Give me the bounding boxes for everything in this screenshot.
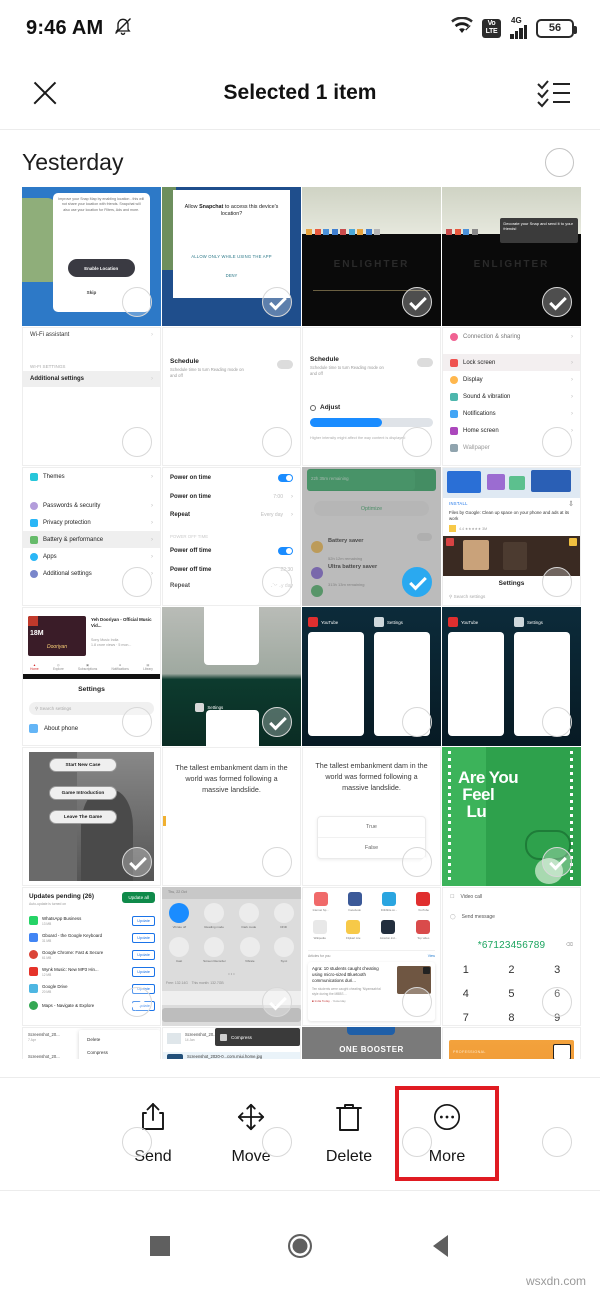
thumbnail-item[interactable]: YouTube Settings xyxy=(302,607,441,746)
move-arrows-icon xyxy=(236,1101,266,1138)
grid-bottom-fade xyxy=(0,1059,600,1077)
group-title: Yesterday xyxy=(22,149,124,175)
thumbnail-item[interactable]: Schedule Schedule time to turn Reading m… xyxy=(302,327,441,466)
thumbnail-item[interactable]: Settings xyxy=(162,607,301,746)
back-triangle-icon xyxy=(432,1234,448,1257)
thumbnail-item[interactable]: Improve your Snap Map by enabling locati… xyxy=(22,187,161,326)
thumbnail-item[interactable]: Are You Feel Lu xyxy=(442,747,581,886)
thumbnail-item-selected[interactable]: 22h 35m remaining Optimize Battery saver… xyxy=(302,467,441,606)
thumbnail-item[interactable]: Thu, 22 Oct Vibrate off Reading mode Dar… xyxy=(162,887,301,1026)
gallery-selection-screen: 9:46 AM Vo LTE 4G 56 Selected 1 item Yes… xyxy=(0,0,600,1300)
recents-button[interactable] xyxy=(90,1235,230,1256)
thumbnail-item[interactable]: Internet Sp... Facebook Dribbble.co... Y… xyxy=(302,887,441,1026)
home-button[interactable] xyxy=(230,1233,370,1258)
signal-strength-icon: 4G xyxy=(510,16,527,39)
thumbnail-item[interactable]: Start New Case Game Introduction Leave T… xyxy=(22,747,161,886)
status-bar-right: Vo LTE 4G 56 xyxy=(451,16,577,39)
trash-icon xyxy=(335,1101,363,1138)
thumbnail-item[interactable]: 18M Dooriyan Yeh Dooriyan - Official Mus… xyxy=(22,607,161,746)
status-bar-clock: 9:46 AM xyxy=(26,16,104,39)
thumbnail-item[interactable]: Allow Snapchat to access this device's l… xyxy=(162,187,301,326)
thumbnail-item[interactable]: YouTube Settings xyxy=(442,607,581,746)
close-icon[interactable] xyxy=(28,76,62,110)
thumbnail-item[interactable]: Power on time Power on time 7:00 › Repeat E… xyxy=(162,467,301,606)
selection-title: Selected 1 item xyxy=(223,80,377,104)
home-circle-icon xyxy=(288,1233,312,1258)
watermark: wsxdn.com xyxy=(525,1274,586,1288)
more-label: More xyxy=(428,1148,466,1165)
thumbnail-item[interactable]: Updates pending (26) Auto-update is turn… xyxy=(22,887,161,1026)
thumbnail-item[interactable]: ENLIGHTER xyxy=(302,187,441,326)
battery-icon: 56 xyxy=(536,18,577,38)
thumbnail-item[interactable]: Schedule Schedule time to turn Reading m… xyxy=(162,327,301,466)
wifi-icon xyxy=(451,16,473,39)
back-button[interactable] xyxy=(370,1234,510,1257)
delete-label: Delete xyxy=(325,1148,373,1165)
thumbnail-item[interactable]: The tallest embankment dam in the world … xyxy=(302,747,441,886)
group-select-circle[interactable] xyxy=(545,148,574,177)
thumbnail-item[interactable]: Connection & sharing › Lock screen › Displ… xyxy=(442,327,581,466)
send-button[interactable]: Send xyxy=(104,1089,202,1178)
selection-toolbar: Send Move Delete More xyxy=(0,1077,600,1189)
more-dots-icon xyxy=(432,1101,462,1138)
thumbnail-grid: Improve your Snap Map by enabling locati… xyxy=(0,187,600,1166)
status-bar-left: 9:46 AM xyxy=(26,16,133,41)
delete-button[interactable]: Delete xyxy=(300,1089,398,1178)
selection-action-bar: Selected 1 item xyxy=(0,56,600,130)
thumbnail-item[interactable]: Wi-Fi assistant › WI-FI SETTINGS Additio… xyxy=(22,327,161,466)
select-all-checklist-icon[interactable] xyxy=(536,78,572,108)
thumbnail-item[interactable]: INSTALL ⇩ Files by Google: Clean up spac… xyxy=(442,467,581,606)
status-bar: 9:46 AM Vo LTE 4G 56 xyxy=(0,0,600,56)
recents-square-icon xyxy=(150,1235,170,1256)
android-navigation-bar xyxy=(0,1190,600,1300)
group-header: Yesterday xyxy=(0,130,600,187)
thumbnail-item[interactable]: Decorate your Snap and send it to your f… xyxy=(442,187,581,326)
thumbnail-item[interactable]: The tallest embankment dam in the world … xyxy=(162,747,301,886)
volte-icon: Vo LTE xyxy=(482,18,501,38)
bell-muted-icon xyxy=(113,16,133,41)
thumbnail-item[interactable]: ☐ Video call ◯ Send message *67123456789 ⌫… xyxy=(442,887,581,1026)
thumbnail-item[interactable]: Themes › Passwords & security › Privacy pr… xyxy=(22,467,161,606)
